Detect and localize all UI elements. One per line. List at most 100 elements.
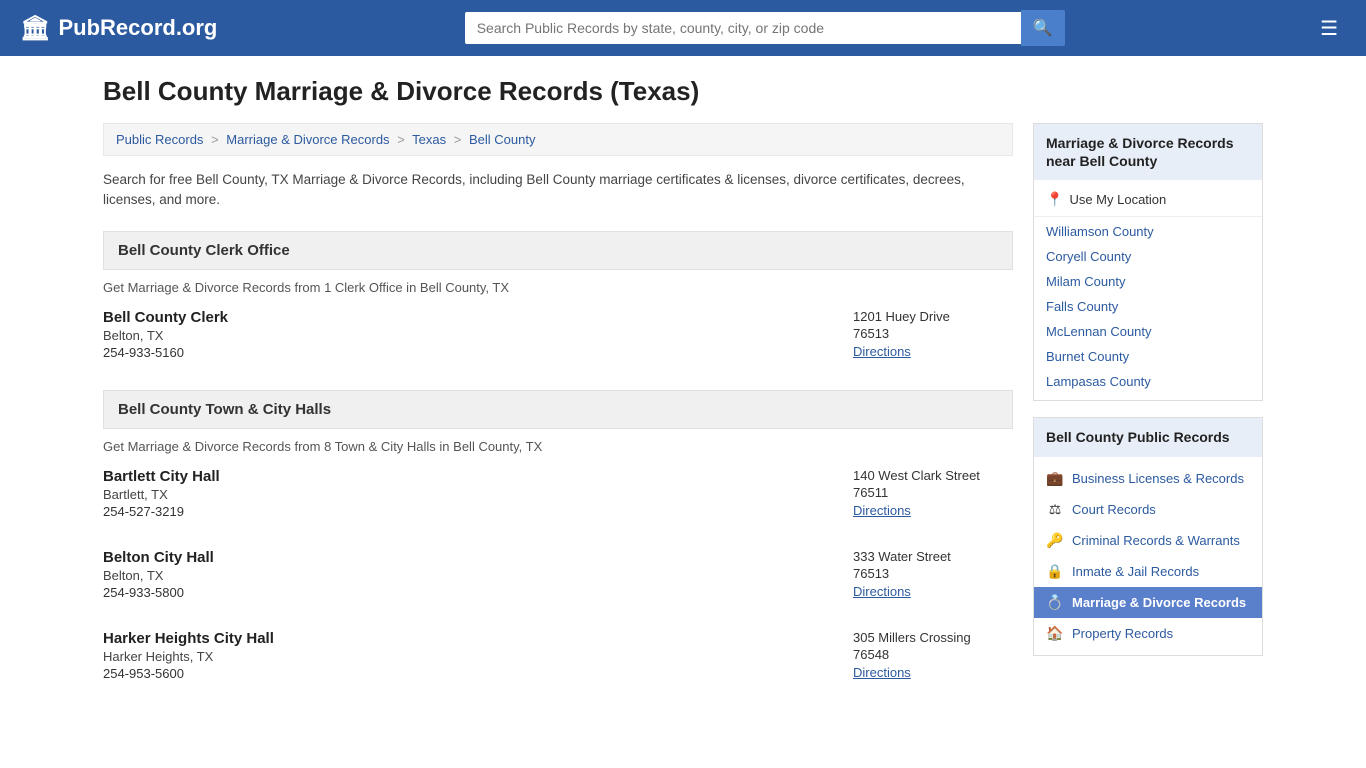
record-right-clerk: 1201 Huey Drive 76513 Directions <box>853 309 1013 360</box>
inmate-records-link[interactable]: Inmate & Jail Records <box>1072 564 1199 579</box>
record-entry-belton: Belton City Hall Belton, TX 254-933-5800… <box>103 549 1013 610</box>
list-item[interactable]: Coryell County <box>1034 244 1262 269</box>
record-zip-clerk: 76513 <box>853 326 1013 341</box>
breadcrumb-texas[interactable]: Texas <box>412 132 446 147</box>
sidebar-nearby-list: 📍 Use My Location Williamson County Cory… <box>1034 180 1262 400</box>
lock-icon: 🔒 <box>1046 563 1064 580</box>
logo-text: PubRecord.org <box>58 15 217 41</box>
record-phone-belton: 254-933-5800 <box>103 585 214 600</box>
page-container: Bell County Marriage & Divorce Records (… <box>83 56 1283 731</box>
breadcrumb: Public Records > Marriage & Divorce Reco… <box>103 123 1013 156</box>
list-item[interactable]: Lampasas County <box>1034 369 1262 394</box>
sidebar: Marriage & Divorce Records near Bell Cou… <box>1033 123 1263 711</box>
record-location-belton: Belton, TX <box>103 568 214 583</box>
record-right-harker-heights: 305 Millers Crossing 76548 Directions <box>853 630 1013 681</box>
menu-button[interactable]: ☰ <box>1312 12 1346 45</box>
list-item[interactable]: Falls County <box>1034 294 1262 319</box>
directions-link-clerk[interactable]: Directions <box>853 344 911 359</box>
county-link-milam[interactable]: Milam County <box>1046 274 1125 289</box>
sidebar-item-inmate[interactable]: 🔒 Inmate & Jail Records <box>1034 556 1262 587</box>
sidebar-item-criminal[interactable]: 🔑 Criminal Records & Warrants <box>1034 525 1262 556</box>
search-bar: 🔍 <box>465 10 1065 46</box>
county-link-williamson[interactable]: Williamson County <box>1046 224 1154 239</box>
sidebar-records-list: 💼 Business Licenses & Records ⚖ Court Re… <box>1034 457 1262 655</box>
breadcrumb-sep-2: > <box>397 132 405 147</box>
page-title: Bell County Marriage & Divorce Records (… <box>103 76 1263 107</box>
key-icon: 🔑 <box>1046 532 1064 549</box>
site-header: 🏛 PubRecord.org 🔍 ☰ <box>0 0 1366 56</box>
sidebar-use-location[interactable]: 📍 Use My Location <box>1034 186 1262 217</box>
record-phone-clerk: 254-933-5160 <box>103 345 228 360</box>
main-content: Public Records > Marriage & Divorce Reco… <box>103 123 1013 711</box>
sidebar-nearby-header: Marriage & Divorce Records near Bell Cou… <box>1034 124 1262 180</box>
marriage-records-link[interactable]: Marriage & Divorce Records <box>1072 595 1246 610</box>
record-right-belton: 333 Water Street 76513 Directions <box>853 549 1013 600</box>
breadcrumb-sep-3: > <box>454 132 462 147</box>
scales-icon: ⚖ <box>1046 501 1064 518</box>
county-link-burnet[interactable]: Burnet County <box>1046 349 1129 364</box>
county-link-falls[interactable]: Falls County <box>1046 299 1118 314</box>
county-link-coryell[interactable]: Coryell County <box>1046 249 1131 264</box>
main-layout: Public Records > Marriage & Divorce Reco… <box>103 123 1263 711</box>
sidebar-item-property[interactable]: 🏠 Property Records <box>1034 618 1262 649</box>
building-icon: 🏛 <box>20 14 50 43</box>
record-entry-bell-county-clerk: Bell County Clerk Belton, TX 254-933-516… <box>103 309 1013 370</box>
breadcrumb-sep-1: > <box>211 132 219 147</box>
record-name-clerk: Bell County Clerk <box>103 309 228 326</box>
record-left-belton: Belton City Hall Belton, TX 254-933-5800 <box>103 549 214 600</box>
breadcrumb-bell-county[interactable]: Bell County <box>469 132 535 147</box>
county-link-mclennan[interactable]: McLennan County <box>1046 324 1152 339</box>
court-records-link[interactable]: Court Records <box>1072 502 1156 517</box>
list-item[interactable]: McLennan County <box>1034 319 1262 344</box>
site-logo[interactable]: 🏛 PubRecord.org <box>20 14 217 43</box>
criminal-records-link[interactable]: Criminal Records & Warrants <box>1072 533 1240 548</box>
record-address-harker-heights: 305 Millers Crossing <box>853 630 1013 645</box>
section-header-cityhalls: Bell County Town & City Halls <box>103 390 1013 429</box>
record-phone-harker-heights: 254-953-5600 <box>103 666 274 681</box>
record-zip-bartlett: 76511 <box>853 485 1013 500</box>
list-item[interactable]: Williamson County <box>1034 219 1262 244</box>
record-phone-bartlett: 254-527-3219 <box>103 504 220 519</box>
list-item[interactable]: Milam County <box>1034 269 1262 294</box>
record-left-harker-heights: Harker Heights City Hall Harker Heights,… <box>103 630 274 681</box>
search-button[interactable]: 🔍 <box>1021 10 1065 46</box>
record-name-harker-heights: Harker Heights City Hall <box>103 630 274 647</box>
record-entry-bartlett: Bartlett City Hall Bartlett, TX 254-527-… <box>103 468 1013 529</box>
use-location-label: Use My Location <box>1069 192 1166 207</box>
briefcase-icon: 💼 <box>1046 470 1064 487</box>
list-item[interactable]: Burnet County <box>1034 344 1262 369</box>
record-name-bartlett: Bartlett City Hall <box>103 468 220 485</box>
section-desc-clerk: Get Marriage & Divorce Records from 1 Cl… <box>103 280 1013 295</box>
section-header-clerk: Bell County Clerk Office <box>103 231 1013 270</box>
location-pin-icon: 📍 <box>1046 191 1063 208</box>
section-desc-cityhalls: Get Marriage & Divorce Records from 8 To… <box>103 439 1013 454</box>
sidebar-nearby-box: Marriage & Divorce Records near Bell Cou… <box>1033 123 1263 401</box>
record-zip-belton: 76513 <box>853 566 1013 581</box>
county-link-lampasas[interactable]: Lampasas County <box>1046 374 1151 389</box>
record-location-bartlett: Bartlett, TX <box>103 487 220 502</box>
sidebar-item-marriage[interactable]: 💍 Marriage & Divorce Records <box>1034 587 1262 618</box>
record-address-bartlett: 140 West Clark Street <box>853 468 1013 483</box>
search-input[interactable] <box>465 12 1021 44</box>
directions-link-bartlett[interactable]: Directions <box>853 503 911 518</box>
record-address-belton: 333 Water Street <box>853 549 1013 564</box>
record-left-bartlett: Bartlett City Hall Bartlett, TX 254-527-… <box>103 468 220 519</box>
breadcrumb-marriage-divorce[interactable]: Marriage & Divorce Records <box>226 132 389 147</box>
record-name-belton: Belton City Hall <box>103 549 214 566</box>
directions-link-belton[interactable]: Directions <box>853 584 911 599</box>
sidebar-item-business[interactable]: 💼 Business Licenses & Records <box>1034 463 1262 494</box>
property-records-link[interactable]: Property Records <box>1072 626 1173 641</box>
sidebar-item-court[interactable]: ⚖ Court Records <box>1034 494 1262 525</box>
record-location-clerk: Belton, TX <box>103 328 228 343</box>
record-address-clerk: 1201 Huey Drive <box>853 309 1013 324</box>
sidebar-public-records-box: Bell County Public Records 💼 Business Li… <box>1033 417 1263 655</box>
record-right-bartlett: 140 West Clark Street 76511 Directions <box>853 468 1013 519</box>
record-location-harker-heights: Harker Heights, TX <box>103 649 274 664</box>
record-entry-harker-heights: Harker Heights City Hall Harker Heights,… <box>103 630 1013 691</box>
business-licenses-link[interactable]: Business Licenses & Records <box>1072 471 1244 486</box>
directions-link-harker-heights[interactable]: Directions <box>853 665 911 680</box>
record-zip-harker-heights: 76548 <box>853 647 1013 662</box>
breadcrumb-public-records[interactable]: Public Records <box>116 132 203 147</box>
page-description: Search for free Bell County, TX Marriage… <box>103 170 1013 211</box>
record-left-clerk: Bell County Clerk Belton, TX 254-933-516… <box>103 309 228 360</box>
